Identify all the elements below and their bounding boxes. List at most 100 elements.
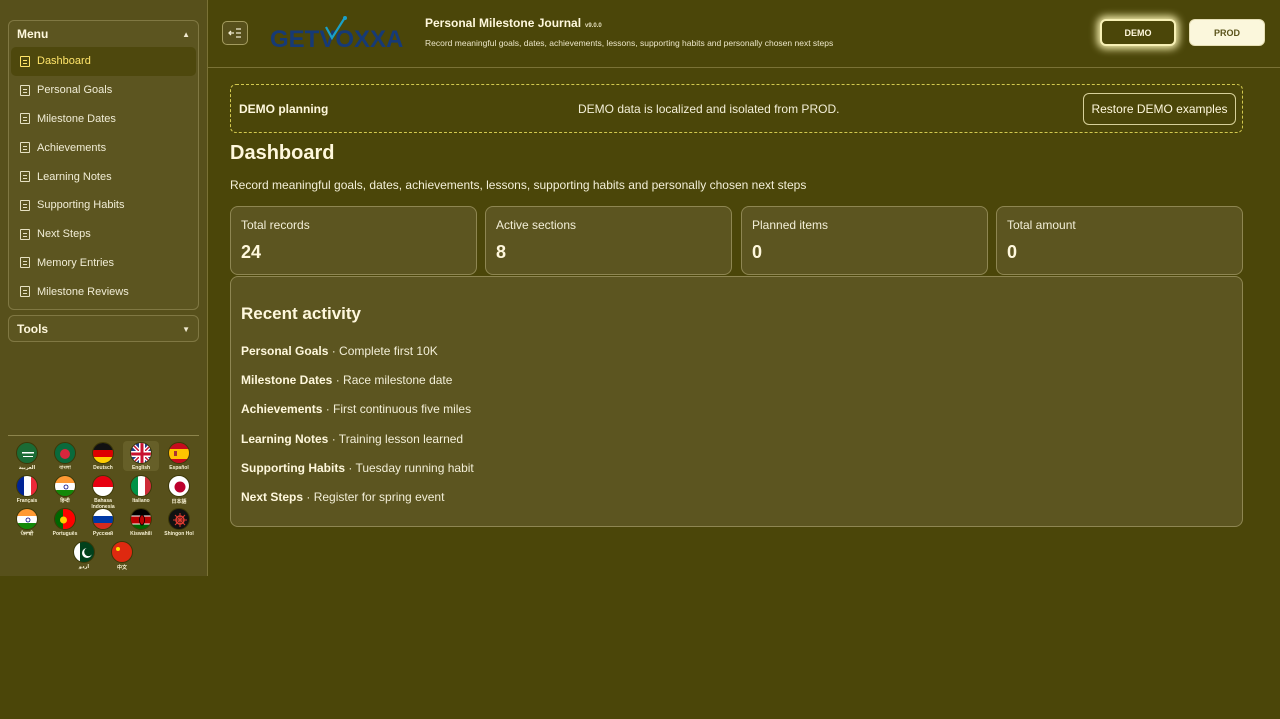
stat-card-active-sections: Active sections 8	[485, 206, 732, 275]
language-label: English	[131, 465, 151, 471]
list-item: Achievements · First continuous five mil…	[241, 402, 471, 416]
language-option-ru[interactable]: Русский	[85, 507, 121, 537]
indonesia-flag-icon	[92, 475, 114, 497]
language-label: বাংলা	[59, 465, 71, 471]
app-header: GETVOXXA Personal Milestone Journal v9.0.…	[208, 0, 1280, 68]
language-option-hi[interactable]: हिन्दी	[47, 474, 83, 504]
tools-panel[interactable]: Tools ▼	[8, 315, 199, 342]
document-icon	[20, 113, 30, 125]
chevron-down-icon[interactable]: ▼	[182, 325, 190, 334]
bangladesh-flag-icon	[54, 442, 76, 464]
sidebar-item-personal-goals[interactable]: Personal Goals	[9, 76, 198, 105]
menu-header[interactable]: Menu ▲	[9, 21, 198, 47]
stat-value: 8	[496, 242, 507, 262]
page-subtitle: Record meaningful goals, dates, achievem…	[230, 178, 807, 192]
activity-text: · Complete first 10K	[328, 344, 438, 358]
activity-section: Supporting Habits	[241, 461, 345, 475]
chevron-up-icon[interactable]: ▲	[182, 30, 190, 39]
sidebar-item-label: Supporting Habits	[37, 199, 125, 212]
language-label: Français	[16, 498, 38, 504]
sidebar-item-label: Memory Entries	[37, 256, 115, 269]
language-option-fr[interactable]: Français	[9, 474, 45, 504]
language-label: 中文	[116, 565, 127, 571]
language-option-pt[interactable]: Português	[47, 507, 83, 537]
language-option-ar[interactable]: العربية	[9, 441, 45, 471]
sidebar-item-next-steps[interactable]: Next Steps	[9, 220, 198, 249]
sidebar-item-label: Milestone Dates	[37, 112, 116, 125]
sidebar-item-label: Next Steps	[37, 228, 91, 241]
language-label: Deutsch	[93, 465, 113, 471]
saudi-arabia-flag-icon	[16, 442, 38, 464]
sidebar-item-label: Dashboard	[37, 55, 91, 68]
activity-text: · Training lesson learned	[328, 432, 464, 446]
language-option-en[interactable]: English	[123, 441, 159, 471]
language-label: Italiano	[132, 498, 150, 504]
activity-title: Recent activity	[241, 304, 361, 323]
language-label: Русский	[92, 531, 114, 537]
language-label: العربية	[18, 465, 36, 471]
stat-label: Total amount	[1007, 218, 1076, 232]
language-option-de[interactable]: Deutsch	[85, 441, 121, 471]
language-option-shingon[interactable]: Shingon Hol	[161, 507, 197, 537]
sidebar-item-learning-notes[interactable]: Learning Notes	[9, 162, 198, 191]
activity-section: Personal Goals	[241, 344, 329, 358]
language-option-ur[interactable]: اردو	[66, 540, 102, 570]
pakistan-flag-icon	[73, 541, 95, 563]
sidebar-item-milestone-reviews[interactable]: Milestone Reviews	[9, 277, 198, 306]
language-label: Português	[52, 531, 78, 537]
sidebar-item-label: Learning Notes	[37, 170, 112, 183]
stat-value: 0	[752, 242, 763, 262]
language-option-it[interactable]: Italiano	[123, 474, 159, 504]
sidebar-item-milestone-dates[interactable]: Milestone Dates	[9, 105, 198, 134]
germany-flag-icon	[92, 442, 114, 464]
activity-text: · First continuous five miles	[322, 402, 472, 416]
stat-label: Active sections	[496, 218, 577, 232]
list-item: Next Steps · Register for spring event	[241, 490, 444, 504]
restore-demo-button[interactable]: Restore DEMO examples	[1083, 93, 1236, 125]
tools-header[interactable]: Tools ▼	[9, 316, 198, 342]
logo: GETVOXXA	[270, 16, 403, 53]
language-option-ja[interactable]: 日本語	[161, 474, 197, 505]
sidebar-item-label: Achievements	[37, 141, 107, 154]
document-icon	[20, 55, 30, 67]
shingon-flag-icon	[168, 508, 190, 530]
sidebar-item-memory-entries[interactable]: Memory Entries	[9, 249, 198, 278]
demo-environment-button[interactable]: DEMO	[1100, 19, 1176, 46]
list-item: Personal Goals · Complete first 10K	[241, 344, 438, 358]
activity-section: Next Steps	[241, 490, 304, 504]
china-flag-icon	[111, 541, 133, 563]
language-option-pa[interactable]: ਪੰਜਾਬੀ	[9, 507, 45, 537]
tools-title: Tools	[17, 322, 49, 336]
sidebar-item-label: Personal Goals	[37, 84, 113, 97]
sidebar-item-dashboard[interactable]: Dashboard	[11, 47, 196, 76]
sidebar-toggle-button[interactable]	[222, 21, 248, 45]
portugal-flag-icon	[54, 508, 76, 530]
recent-activity-panel: Recent activity Personal Goals · Complet…	[230, 276, 1243, 527]
document-icon	[20, 171, 30, 183]
document-icon	[20, 84, 30, 96]
document-icon	[20, 199, 30, 211]
language-option-bn[interactable]: বাংলা	[47, 441, 83, 473]
language-option-id[interactable]: Bahasa Indonesia	[85, 474, 121, 510]
activity-text: · Tuesday running habit	[345, 461, 474, 475]
sidebar-item-achievements[interactable]: Achievements	[9, 133, 198, 162]
activity-section: Achievements	[241, 402, 323, 416]
india-flag-icon	[16, 508, 38, 530]
demo-notice: DEMO planning DEMO data is localized and…	[230, 84, 1243, 133]
menu-panel: Menu ▲ Dashboard Personal Goals Mileston…	[8, 20, 199, 310]
notice-text: DEMO data is localized and isolated from…	[578, 102, 840, 116]
prod-environment-button[interactable]: PROD	[1189, 19, 1265, 46]
list-item: Supporting Habits · Tuesday running habi…	[241, 461, 474, 475]
notice-title: DEMO planning	[239, 102, 329, 116]
stat-label: Total records	[241, 218, 310, 232]
language-option-zh[interactable]: 中文	[104, 540, 140, 571]
sidebar-item-supporting-habits[interactable]: Supporting Habits	[9, 191, 198, 220]
activity-text: · Race milestone date	[332, 373, 453, 387]
activity-section: Learning Notes	[241, 432, 329, 446]
language-option-es[interactable]: Español	[161, 441, 197, 471]
spain-flag-icon	[168, 442, 190, 464]
india-flag-icon	[54, 475, 76, 497]
language-option-sw[interactable]: Kiswahili	[123, 507, 159, 537]
stat-value: 0	[1007, 242, 1018, 262]
kenya-flag-icon	[130, 508, 152, 530]
